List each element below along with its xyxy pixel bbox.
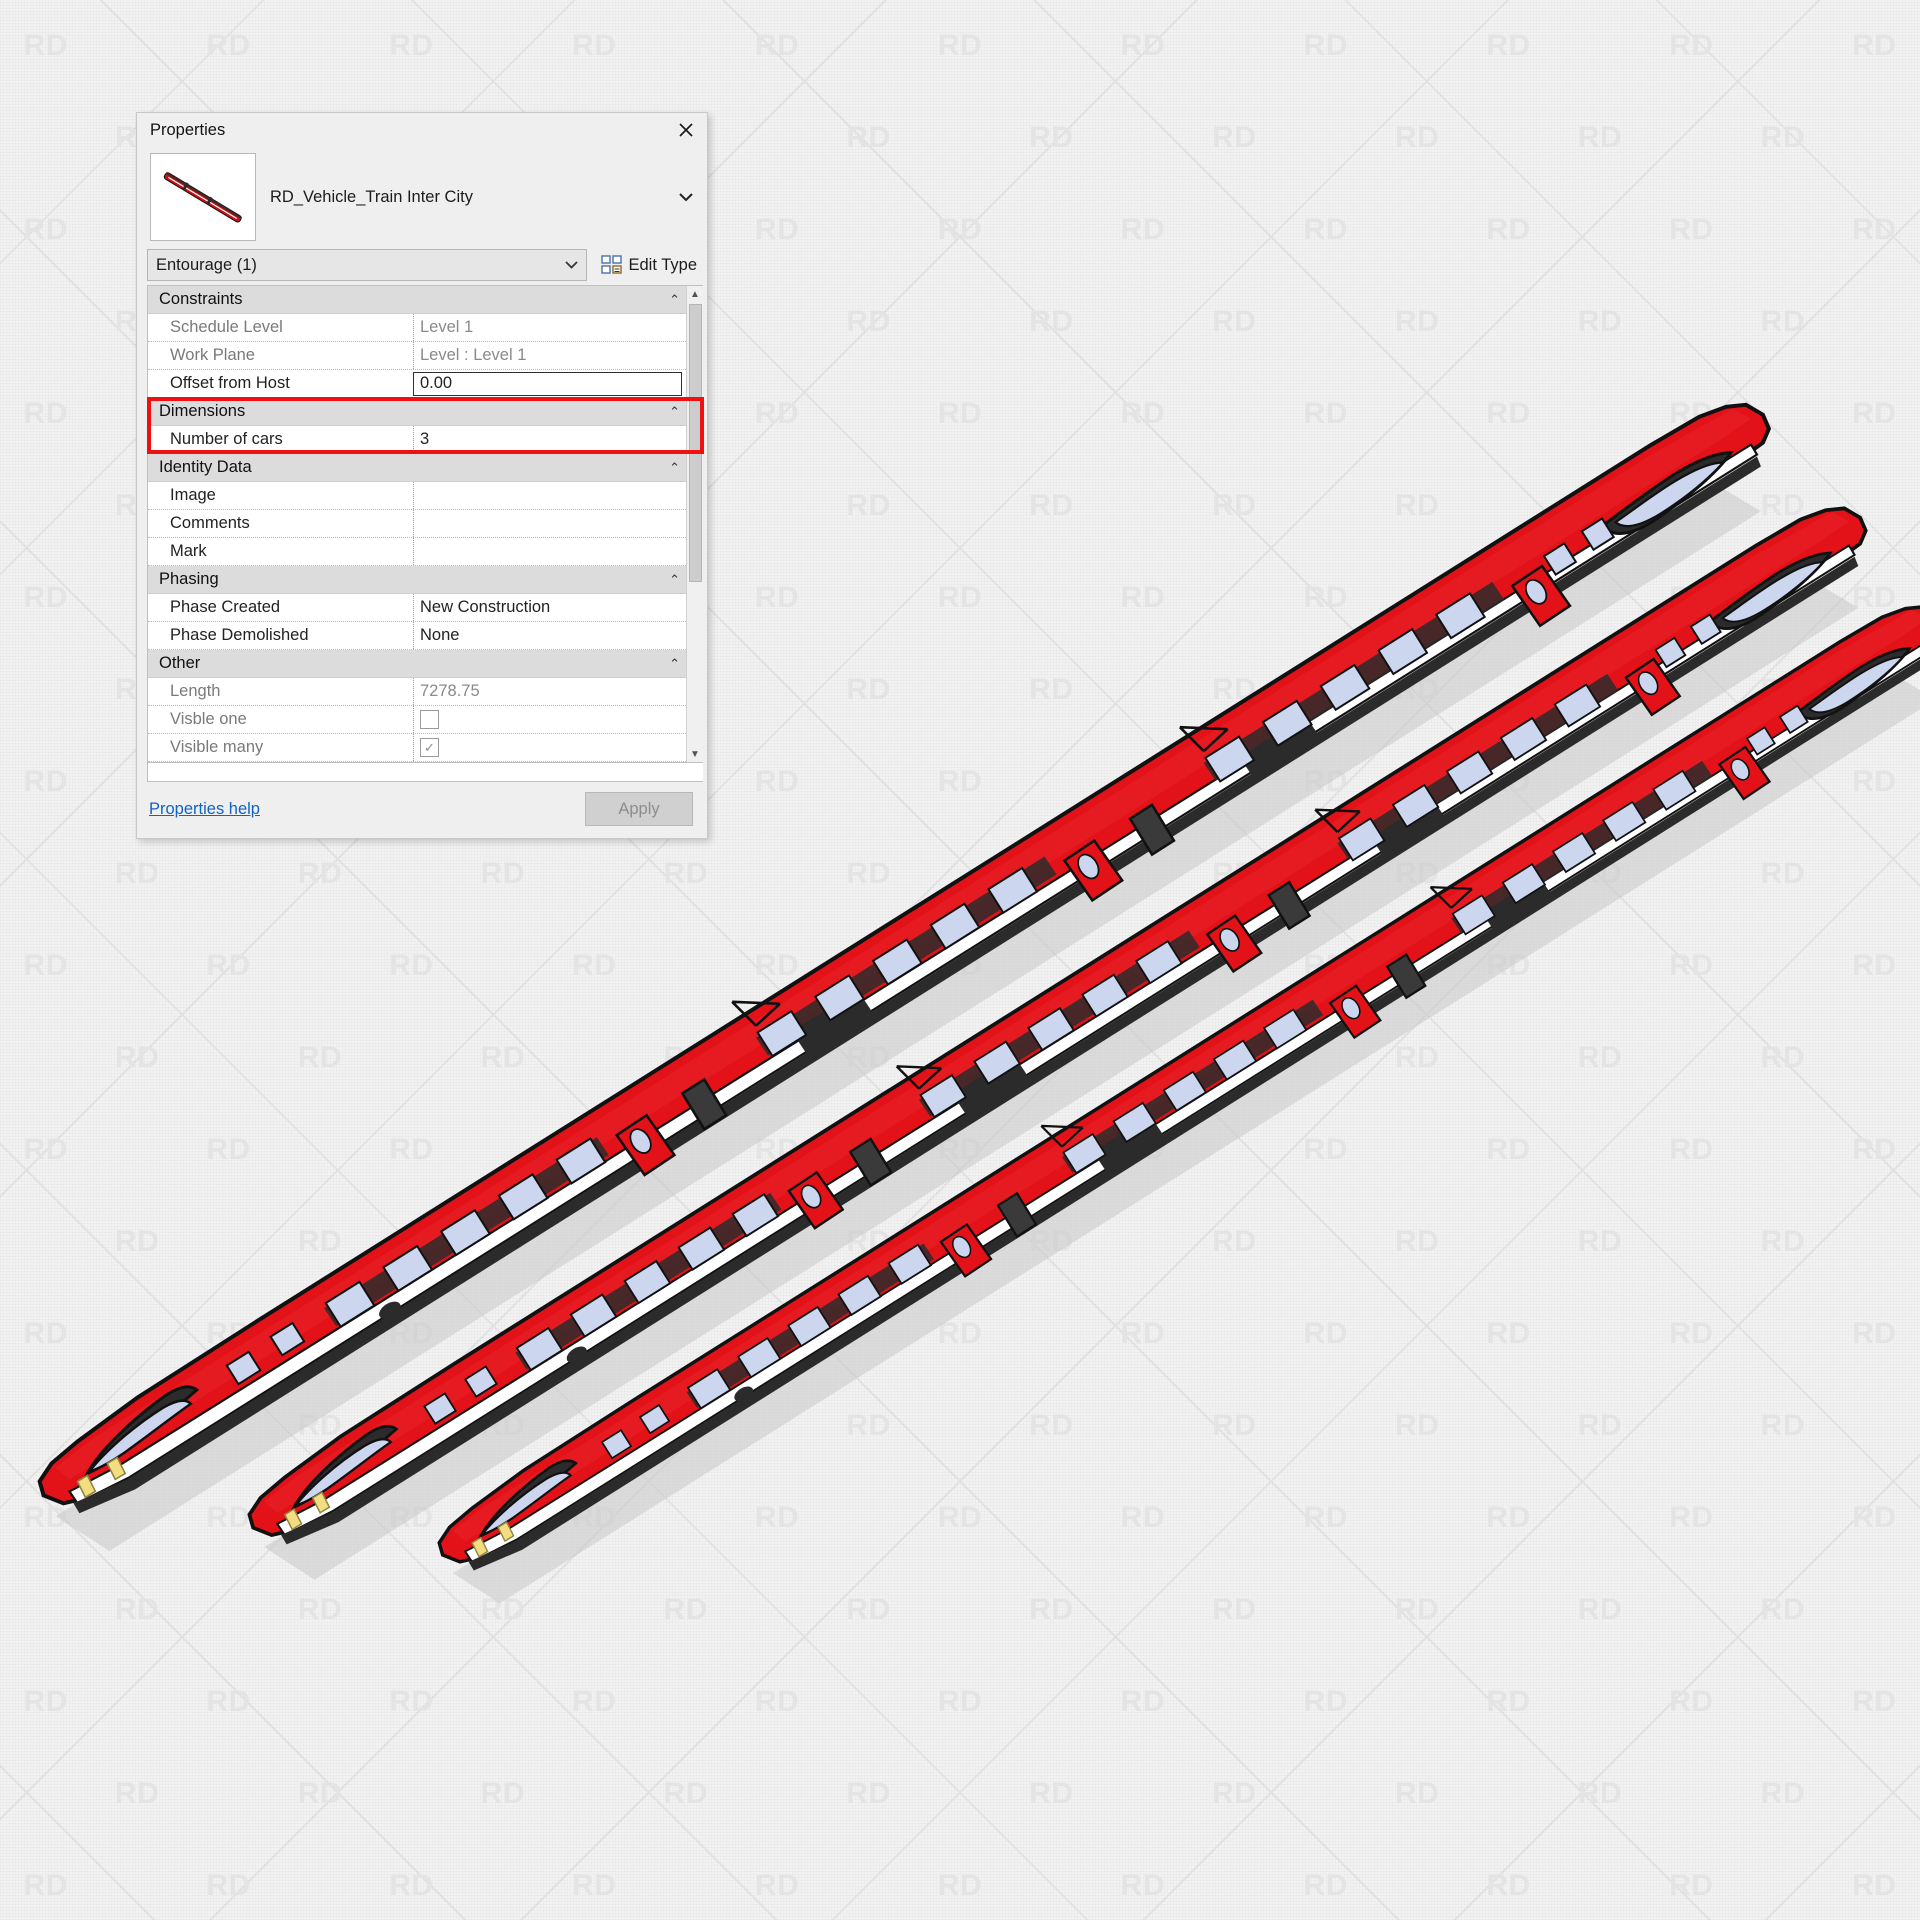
revit-screenshot-canvas: RD RD RD RD RD RD RD RD RD RD RD RD RD RD RD RD RD RD RD RD… (0, 0, 1920, 1920)
grid-bottom-strip (147, 763, 703, 782)
property-value-cell[interactable] (413, 482, 686, 509)
page-title: Properties (150, 120, 226, 139)
double-chevron-up-icon[interactable]: ⌃ (669, 572, 680, 588)
chevron-down-icon (564, 256, 579, 275)
chevron-down-icon[interactable]: ▼ (687, 746, 703, 762)
property-row[interactable]: Image (148, 482, 686, 510)
checkbox-checked-icon[interactable]: ✓ (420, 738, 439, 757)
property-label: Visble one (170, 710, 247, 728)
property-label: Mark (170, 542, 207, 560)
property-section-label: Constraints (159, 290, 243, 308)
property-row[interactable]: Visble one (148, 706, 686, 734)
double-chevron-up-icon[interactable]: ⌃ (669, 292, 680, 308)
property-section-label: Other (159, 654, 201, 672)
property-row[interactable]: Phase Demolished None (148, 622, 686, 650)
property-label: Number of cars (170, 430, 283, 448)
property-section-label: Phasing (159, 570, 219, 588)
property-checkbox-cell[interactable] (413, 706, 686, 733)
property-section-label: Identity Data (159, 458, 252, 476)
property-value-cell[interactable] (413, 510, 686, 537)
property-value-cell[interactable]: 0.00 (413, 371, 682, 396)
properties-grid-wrapper: Constraints ⌃ Schedule Level Level 1 Work Pl… (147, 285, 704, 763)
property-label: Phase Demolished (170, 626, 309, 644)
edit-type-label: Edit Type (628, 255, 698, 274)
property-value-cell[interactable] (413, 538, 686, 565)
property-label: Schedule Level (170, 318, 283, 336)
property-value-cell[interactable]: 7278.75 (413, 678, 686, 705)
property-section-header[interactable]: Other ⌃ (148, 650, 686, 678)
properties-grid[interactable]: Constraints ⌃ Schedule Level Level 1 Work Pl… (148, 286, 686, 762)
property-label: Visible many (170, 738, 264, 756)
type-preview-thumbnail (150, 153, 256, 241)
property-section-header[interactable]: Constraints ⌃ (148, 286, 686, 314)
close-icon[interactable] (671, 117, 701, 143)
instance-selector-dropdown[interactable]: Entourage (1) (147, 249, 587, 281)
double-chevron-up-icon[interactable]: ⌃ (669, 404, 680, 420)
instance-selector-row: Entourage (1) Edit Type (137, 249, 707, 285)
edit-type-icon (600, 255, 623, 275)
instance-selector-value: Entourage (1) (156, 255, 257, 274)
property-label: Comments (170, 514, 250, 532)
property-row[interactable]: Visible many ✓ (148, 734, 686, 762)
property-label: Work Plane (170, 346, 255, 364)
property-value-cell[interactable]: None (413, 622, 686, 649)
double-chevron-up-icon[interactable]: ⌃ (669, 656, 680, 672)
property-row[interactable]: Comments (148, 510, 686, 538)
property-section-header[interactable]: Identity Data ⌃ (148, 454, 686, 482)
property-value-cell[interactable]: New Construction (413, 594, 686, 621)
scrollbar-track[interactable] (687, 582, 703, 746)
type-name-label: RD_Vehicle_Train Inter City (270, 187, 473, 206)
property-value-cell[interactable]: Level 1 (413, 314, 686, 341)
properties-help-link[interactable]: Properties help (149, 800, 260, 819)
property-row[interactable]: Phase Created New Construction (148, 594, 686, 622)
properties-scrollbar[interactable]: ▲ ▼ (686, 286, 703, 762)
property-label: Image (170, 486, 216, 504)
property-label: Length (170, 682, 221, 700)
property-section-label: Dimensions (159, 402, 246, 420)
chevron-up-icon[interactable]: ▲ (687, 286, 703, 302)
property-row[interactable]: Mark (148, 538, 686, 566)
property-row[interactable]: Length 7278.75 (148, 678, 686, 706)
property-checkbox-cell[interactable]: ✓ (413, 734, 686, 761)
property-section-header[interactable]: Dimensions ⌃ (148, 398, 686, 426)
edit-type-button[interactable]: Edit Type (597, 253, 704, 277)
property-row[interactable]: Number of cars 3 (148, 426, 686, 454)
apply-button[interactable]: Apply (585, 792, 693, 826)
property-label: Phase Created (170, 598, 281, 616)
scrollbar-thumb[interactable] (688, 304, 702, 582)
checkbox-unchecked-icon[interactable] (420, 710, 439, 729)
property-value-cell[interactable]: Level : Level 1 (413, 342, 686, 369)
properties-palette[interactable]: Properties RD_Vehicle_Train Inter City E… (136, 112, 708, 839)
property-value-cell[interactable]: 3 (413, 426, 686, 453)
double-chevron-up-icon[interactable]: ⌃ (669, 460, 680, 476)
type-selector[interactable]: RD_Vehicle_Train Inter City (137, 147, 707, 249)
property-row[interactable]: Work Plane Level : Level 1 (148, 342, 686, 370)
palette-titlebar: Properties (137, 113, 707, 147)
palette-footer: Properties help Apply (137, 782, 707, 838)
chevron-down-icon[interactable] (673, 184, 699, 210)
property-section-header[interactable]: Phasing ⌃ (148, 566, 686, 594)
property-label: Offset from Host (170, 374, 290, 392)
property-row[interactable]: Schedule Level Level 1 (148, 314, 686, 342)
property-row[interactable]: Offset from Host 0.00 (148, 370, 686, 398)
